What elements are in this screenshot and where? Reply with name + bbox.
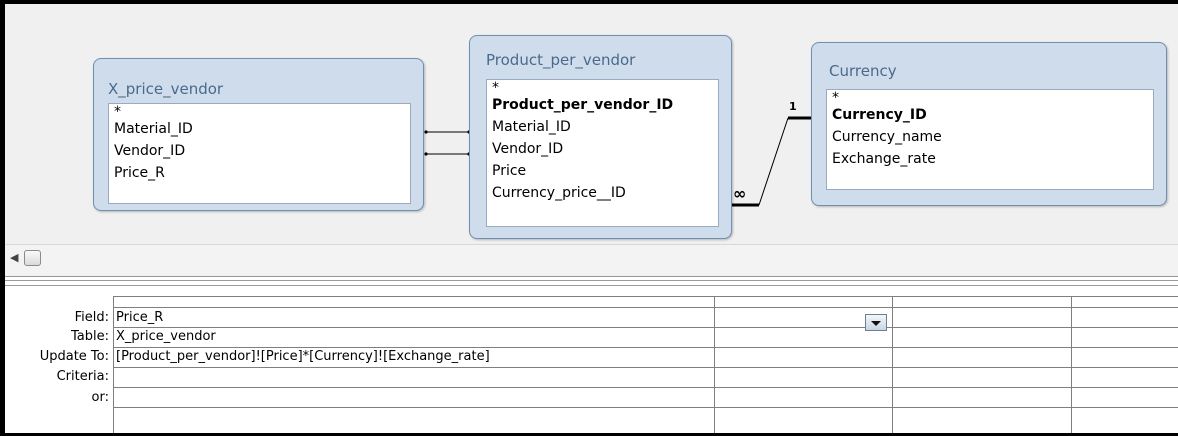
row-label-field: Field:	[74, 310, 109, 325]
grid-line	[113, 347, 1178, 348]
grid-column-3[interactable]	[892, 296, 893, 433]
grid-line	[113, 327, 1178, 328]
field-list[interactable]: * Currency_ID Currency_name Exchange_rat…	[826, 89, 1154, 190]
grid-line	[113, 387, 1178, 388]
field-dropdown-button[interactable]	[865, 314, 887, 331]
field-vendor-id[interactable]: Vendor_ID	[109, 140, 410, 162]
dropdown-arrow-icon	[871, 321, 881, 326]
relationship-one-label: 1	[789, 100, 797, 113]
field-price[interactable]: Price	[487, 160, 718, 182]
relationship-many-label: ∞	[733, 184, 747, 203]
row-label-table: Table:	[71, 329, 109, 344]
table-diagram-pane: 1 ∞ X_price_vendor * Material_ID Vendor_…	[5, 4, 1178, 276]
table-title: Product_per_vendor	[486, 51, 636, 69]
scroll-left-arrow-icon[interactable]: ◀	[10, 251, 18, 264]
cell-field[interactable]: Price_R	[116, 310, 163, 325]
table-title: Currency	[829, 62, 897, 80]
grid-column-2[interactable]	[714, 296, 715, 433]
grid-line	[113, 407, 1178, 408]
field-all[interactable]: *	[109, 104, 410, 120]
scrollbar-thumb[interactable]	[24, 250, 41, 266]
grid-column-4[interactable]	[1071, 296, 1072, 433]
pane-splitter[interactable]	[5, 276, 1178, 286]
field-product-per-vendor-id[interactable]: Product_per_vendor_ID	[487, 94, 718, 116]
field-vendor-id[interactable]: Vendor_ID	[487, 138, 718, 160]
grid-header-line	[113, 296, 1178, 297]
horizontal-scrollbar[interactable]: ◀	[5, 244, 1178, 275]
table-x-price-vendor[interactable]: X_price_vendor * Material_ID Vendor_ID P…	[93, 58, 424, 211]
row-label-or: or:	[91, 390, 109, 405]
grid-column-1[interactable]	[113, 296, 114, 433]
field-price-r[interactable]: Price_R	[109, 162, 410, 184]
field-all[interactable]: *	[487, 80, 718, 96]
row-label-criteria: Criteria:	[56, 369, 109, 384]
field-exchange-rate[interactable]: Exchange_rate	[827, 148, 1153, 170]
cell-update-to[interactable]: [Product_per_vendor]![Price]*[Currency]!…	[116, 349, 490, 364]
field-list[interactable]: * Material_ID Vendor_ID Price_R	[108, 103, 411, 204]
grid-line	[113, 367, 1178, 368]
field-material-id[interactable]: Material_ID	[487, 116, 718, 138]
field-currency-id[interactable]: Currency_ID	[827, 104, 1153, 126]
field-list[interactable]: * Product_per_vendor_ID Material_ID Vend…	[486, 79, 719, 227]
cell-table[interactable]: X_price_vendor	[116, 329, 216, 344]
field-material-id[interactable]: Material_ID	[109, 118, 410, 140]
row-label-update-to: Update To:	[39, 349, 109, 364]
query-design-grid: Field: Table: Update To: Criteria: or: P…	[5, 286, 1178, 433]
table-currency[interactable]: Currency * Currency_ID Currency_name Exc…	[811, 42, 1167, 206]
relationship-line	[758, 117, 789, 206]
grid-line	[113, 307, 1178, 308]
table-title: X_price_vendor	[108, 80, 224, 98]
field-currency-price-id[interactable]: Currency_price__ID	[487, 182, 718, 204]
field-currency-name[interactable]: Currency_name	[827, 126, 1153, 148]
table-product-per-vendor[interactable]: Product_per_vendor * Product_per_vendor_…	[469, 35, 732, 239]
field-all[interactable]: *	[827, 90, 1153, 106]
